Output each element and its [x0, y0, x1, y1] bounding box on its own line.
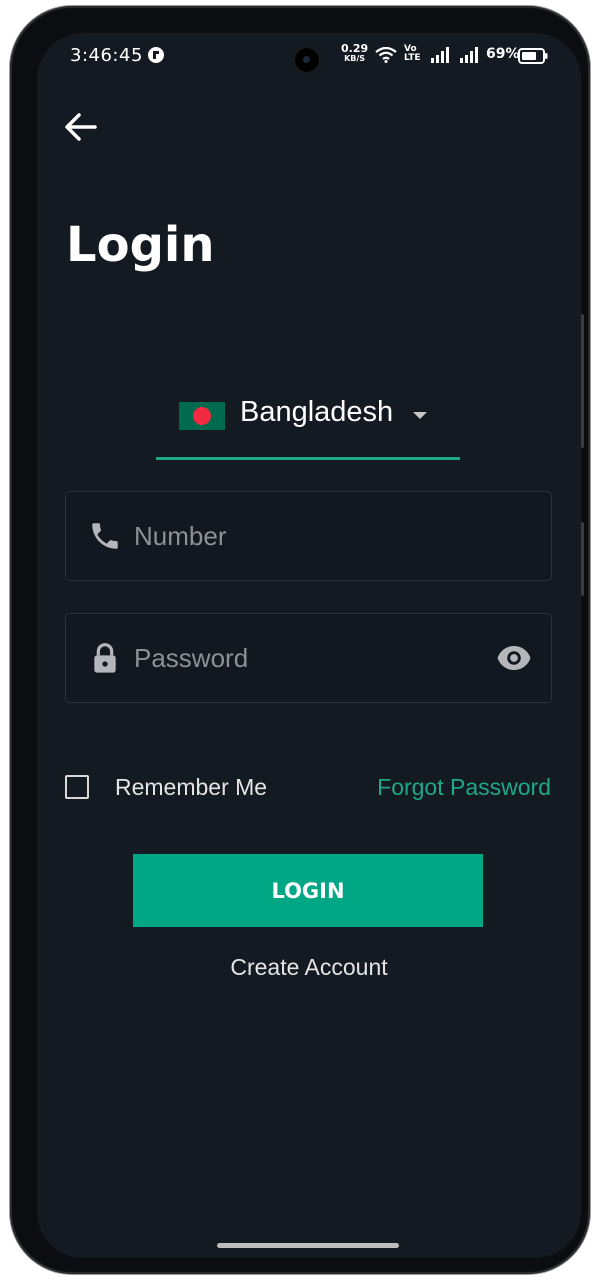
dropdown-arrow-icon: [413, 412, 427, 419]
volte-bottom-text: LTE: [404, 53, 421, 63]
login-button[interactable]: LOGIN: [133, 854, 483, 927]
forgot-password-link[interactable]: Forgot Password: [377, 774, 551, 801]
network-speed-unit: KB/S: [344, 54, 366, 63]
password-input[interactable]: [134, 636, 474, 680]
number-input[interactable]: [134, 514, 474, 558]
phone-frame: 3:46:45 0.29 KB/S Vo LTE 69% Login Bangl…: [10, 6, 590, 1274]
signal-icon: [460, 47, 480, 67]
eye-icon[interactable]: [496, 644, 532, 676]
back-button[interactable]: [61, 109, 101, 145]
home-indicator[interactable]: [217, 1243, 399, 1248]
flag-bangladesh-icon: [179, 402, 225, 430]
create-account-link[interactable]: Create Account: [37, 954, 581, 981]
signal-icon: [431, 47, 451, 67]
front-camera: [294, 47, 320, 73]
network-speed: 0.29 KB/S: [341, 43, 368, 64]
remember-me-checkbox[interactable]: [65, 775, 89, 799]
password-field: [65, 613, 552, 703]
number-field: [65, 491, 552, 581]
phone-icon: [88, 519, 122, 557]
battery-icon: [518, 48, 548, 68]
notification-app-icon: [148, 47, 164, 63]
battery-percent: 69%: [486, 46, 520, 62]
remember-row: Remember Me Forgot Password: [65, 773, 555, 805]
back-arrow-icon: [65, 113, 97, 141]
status-time: 3:46:45: [70, 45, 143, 66]
country-select[interactable]: Bangladesh: [156, 381, 460, 460]
page-title: Login: [66, 217, 215, 273]
app-screen: 3:46:45 0.29 KB/S Vo LTE 69% Login Bangl…: [37, 33, 581, 1258]
remember-me-label[interactable]: Remember Me: [115, 774, 267, 801]
country-name: Bangladesh: [240, 396, 394, 428]
wifi-icon: [375, 46, 397, 67]
status-bar: 3:46:45 0.29 KB/S Vo LTE 69%: [37, 33, 581, 81]
lock-icon: [90, 642, 120, 678]
volte-indicator: Vo LTE: [404, 45, 421, 63]
